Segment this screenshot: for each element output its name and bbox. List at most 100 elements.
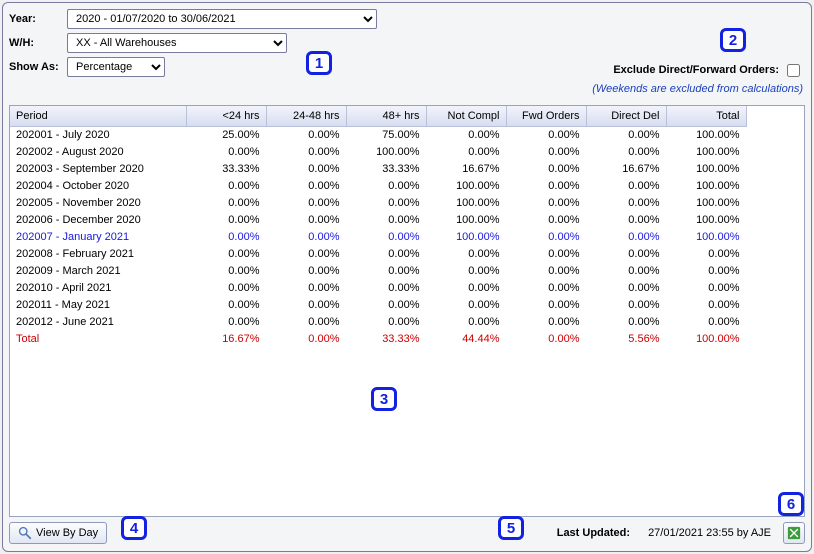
annotation-1: 1	[306, 51, 332, 75]
value-cell: 5.56%	[586, 330, 666, 347]
period-cell: 202008 - February 2021	[10, 245, 186, 262]
value-cell: 0.00%	[186, 296, 266, 313]
value-cell: 0.00%	[506, 211, 586, 228]
column-header[interactable]: Total	[666, 106, 746, 126]
value-cell: 0.00%	[266, 194, 346, 211]
value-cell: 75.00%	[346, 126, 426, 143]
column-header[interactable]: <24 hrs	[186, 106, 266, 126]
report-panel: Year: 2020 - 01/07/2020 to 30/06/2021 W/…	[2, 2, 812, 552]
value-cell: 100.00%	[666, 126, 746, 143]
value-cell: 100.00%	[666, 194, 746, 211]
show-as-label: Show As:	[9, 61, 63, 73]
table-row[interactable]: 202005 - November 20200.00%0.00%0.00%100…	[10, 194, 746, 211]
table-row[interactable]: 202007 - January 20210.00%0.00%0.00%100.…	[10, 228, 746, 245]
year-label: Year:	[9, 13, 63, 25]
table-row[interactable]: 202011 - May 20210.00%0.00%0.00%0.00%0.0…	[10, 296, 746, 313]
value-cell: 0.00%	[506, 228, 586, 245]
period-cell: 202002 - August 2020	[10, 143, 186, 160]
table-row[interactable]: 202009 - March 20210.00%0.00%0.00%0.00%0…	[10, 262, 746, 279]
value-cell: 0.00%	[586, 228, 666, 245]
value-cell: 33.33%	[346, 330, 426, 347]
value-cell: 100.00%	[666, 177, 746, 194]
value-cell: 0.00%	[506, 194, 586, 211]
period-cell: 202011 - May 2021	[10, 296, 186, 313]
value-cell: 0.00%	[506, 177, 586, 194]
value-cell: 0.00%	[586, 126, 666, 143]
column-header[interactable]: Fwd Orders	[506, 106, 586, 126]
column-header[interactable]: Direct Del	[586, 106, 666, 126]
value-cell: 0.00%	[346, 296, 426, 313]
value-cell: 25.00%	[186, 126, 266, 143]
value-cell: 0.00%	[586, 177, 666, 194]
table-row[interactable]: 202001 - July 202025.00%0.00%75.00%0.00%…	[10, 126, 746, 143]
value-cell: 0.00%	[186, 143, 266, 160]
value-cell: 0.00%	[186, 279, 266, 296]
value-cell: 0.00%	[186, 313, 266, 330]
export-excel-button[interactable]	[783, 522, 805, 544]
table-row[interactable]: 202006 - December 20200.00%0.00%0.00%100…	[10, 211, 746, 228]
table-row[interactable]: 202004 - October 20200.00%0.00%0.00%100.…	[10, 177, 746, 194]
value-cell: 0.00%	[346, 279, 426, 296]
value-cell: 0.00%	[586, 262, 666, 279]
value-cell: 33.33%	[186, 160, 266, 177]
value-cell: 0.00%	[266, 279, 346, 296]
table-row[interactable]: Total16.67%0.00%33.33%44.44%0.00%5.56%10…	[10, 330, 746, 347]
period-cell: Total	[10, 330, 186, 347]
weekend-note: (Weekends are excluded from calculations…	[592, 83, 803, 95]
value-cell: 0.00%	[506, 313, 586, 330]
magnifier-icon	[18, 526, 32, 540]
exclude-checkbox[interactable]	[787, 64, 800, 77]
value-cell: 0.00%	[186, 228, 266, 245]
value-cell: 0.00%	[266, 330, 346, 347]
value-cell: 0.00%	[586, 245, 666, 262]
value-cell: 0.00%	[266, 313, 346, 330]
annotation-6: 6	[778, 492, 804, 516]
value-cell: 16.67%	[186, 330, 266, 347]
table-row[interactable]: 202003 - September 202033.33%0.00%33.33%…	[10, 160, 746, 177]
value-cell: 0.00%	[506, 143, 586, 160]
value-cell: 100.00%	[426, 211, 506, 228]
value-cell: 0.00%	[186, 262, 266, 279]
value-cell: 100.00%	[666, 228, 746, 245]
value-cell: 0.00%	[506, 296, 586, 313]
value-cell: 0.00%	[506, 160, 586, 177]
table-row[interactable]: 202010 - April 20210.00%0.00%0.00%0.00%0…	[10, 279, 746, 296]
value-cell: 0.00%	[186, 211, 266, 228]
period-cell: 202012 - June 2021	[10, 313, 186, 330]
value-cell: 0.00%	[586, 211, 666, 228]
view-by-day-button[interactable]: View By Day	[9, 522, 107, 544]
table-header-row: Period<24 hrs24-48 hrs48+ hrsNot ComplFw…	[10, 106, 746, 126]
value-cell: 100.00%	[426, 194, 506, 211]
value-cell: 0.00%	[506, 126, 586, 143]
value-cell: 0.00%	[266, 296, 346, 313]
value-cell: 0.00%	[266, 245, 346, 262]
column-header[interactable]: 24-48 hrs	[266, 106, 346, 126]
value-cell: 0.00%	[346, 228, 426, 245]
value-cell: 0.00%	[186, 245, 266, 262]
value-cell: 0.00%	[586, 313, 666, 330]
value-cell: 0.00%	[506, 245, 586, 262]
value-cell: 0.00%	[186, 194, 266, 211]
value-cell: 0.00%	[266, 126, 346, 143]
column-header[interactable]: Period	[10, 106, 186, 126]
value-cell: 0.00%	[586, 279, 666, 296]
column-header[interactable]: 48+ hrs	[346, 106, 426, 126]
table-row[interactable]: 202002 - August 20200.00%0.00%100.00%0.0…	[10, 143, 746, 160]
table-row[interactable]: 202008 - February 20210.00%0.00%0.00%0.0…	[10, 245, 746, 262]
column-header[interactable]: Not Compl	[426, 106, 506, 126]
value-cell: 0.00%	[506, 262, 586, 279]
show-as-select[interactable]: Percentage	[67, 57, 165, 77]
value-cell: 0.00%	[426, 126, 506, 143]
warehouse-select[interactable]: XX - All Warehouses	[67, 33, 287, 53]
value-cell: 0.00%	[266, 262, 346, 279]
annotation-5: 5	[498, 516, 524, 540]
value-cell: 0.00%	[586, 296, 666, 313]
table-body: 202001 - July 202025.00%0.00%75.00%0.00%…	[10, 126, 746, 347]
table-row[interactable]: 202012 - June 20210.00%0.00%0.00%0.00%0.…	[10, 313, 746, 330]
value-cell: 100.00%	[346, 143, 426, 160]
value-cell: 0.00%	[666, 245, 746, 262]
year-select[interactable]: 2020 - 01/07/2020 to 30/06/2021	[67, 9, 377, 29]
data-table-container: Period<24 hrs24-48 hrs48+ hrsNot ComplFw…	[9, 105, 805, 517]
value-cell: 0.00%	[346, 262, 426, 279]
value-cell: 0.00%	[426, 296, 506, 313]
